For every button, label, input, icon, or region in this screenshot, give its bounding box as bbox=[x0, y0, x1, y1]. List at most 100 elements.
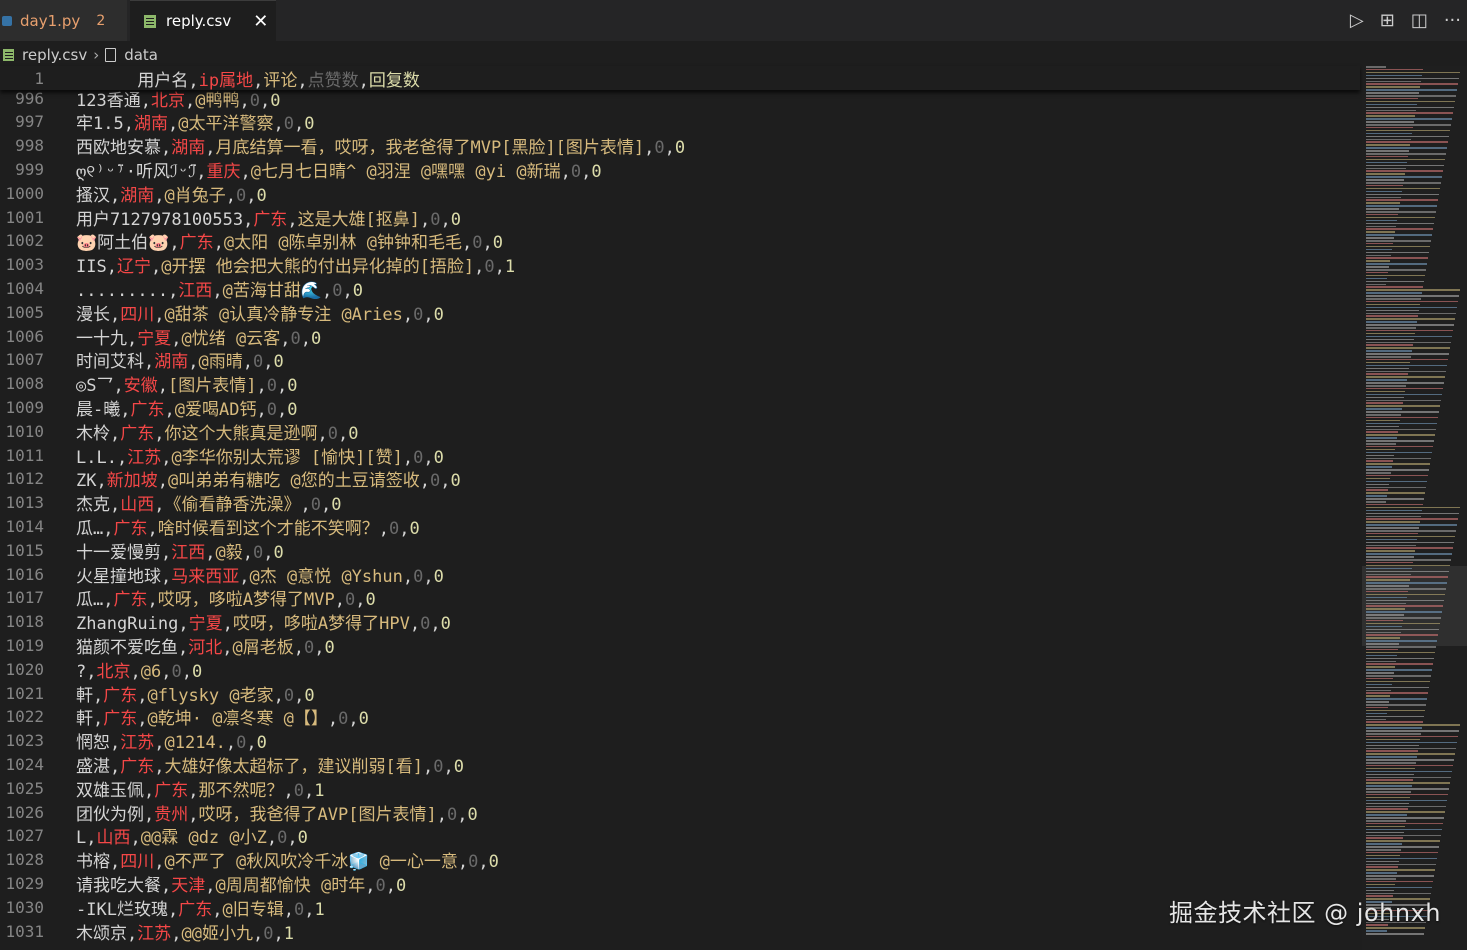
code-line[interactable]: 1027 L,山西,@@霖 @dz @小Z,0,0 bbox=[0, 824, 307, 848]
code-line[interactable]: 1 用户名,ip属地,评论,点赞数,回复数 bbox=[0, 66, 420, 91]
minimap-line bbox=[1366, 399, 1441, 402]
minimap-line bbox=[1366, 509, 1422, 512]
code-line[interactable]: 998 西欧地安慕,湖南,月底结算一看，哎呀，我老爸得了MVP[黑脸][图片表情]… bbox=[0, 134, 685, 158]
code-line[interactable]: 1002 🐷阿土伯🐷,广东,@太阳 @陈卓别林 @钟钟和毛毛,0,0 bbox=[0, 229, 503, 253]
code-line[interactable]: 1012 ZK,新加坡,@叫弟弟有糖吃 @您的土豆请签收,0,0 bbox=[0, 467, 460, 491]
cell-likes: 0 bbox=[327, 423, 338, 444]
code-line[interactable]: 1024 盛湛,广东,大雄好像太超标了，建议削弱[看],0,0 bbox=[0, 752, 464, 777]
cell-user: L.L. bbox=[76, 447, 117, 468]
code-line[interactable]: 1008 ◎S乛,安徽,[图片表情],0,0 bbox=[0, 372, 297, 396]
code-line[interactable]: 1015 十一爱慢剪,江西,@毅,0,0 bbox=[0, 538, 283, 563]
code-line[interactable]: 1030 -IKL烂玫瑰,广东,@旧专辑,0,1 bbox=[0, 895, 324, 920]
minimap-line bbox=[1366, 756, 1417, 758]
code-line[interactable]: 1000 搔汉,湖南,@肖兔子,0,0 bbox=[0, 181, 267, 206]
csv-row: 杰克,山西,《偷看静香洗澡》,0,0 bbox=[76, 495, 342, 516]
minimap-line bbox=[1366, 376, 1445, 378]
cell-likes: 0 bbox=[283, 114, 294, 135]
code-line[interactable]: 1031 木颂京,江苏,@@姬小九,0,1 bbox=[0, 919, 294, 944]
cell-likes: 0 bbox=[290, 328, 301, 349]
code-line[interactable]: 1022 軒,广东,@乾坤· @凛冬寒 @【】,0,0 bbox=[0, 705, 368, 729]
code-line[interactable]: 1004 .........,江西,@苦海甘甜🌊,0,0 bbox=[0, 276, 364, 301]
cell-replies: 0 bbox=[433, 304, 444, 325]
minimap-line bbox=[1366, 124, 1451, 126]
cell-ip: 湖南 bbox=[171, 138, 206, 159]
minimap-line bbox=[1366, 228, 1433, 230]
code-line[interactable]: 1026 团伙为例,贵州,哎呀，我爸得了AVP[图片表情],0,0 bbox=[0, 800, 478, 825]
code-line[interactable]: 1028 书榕,四川,@不严了 @秋风吹冷千冰🧊 @一心一意,0,0 bbox=[0, 848, 498, 872]
more-actions-icon[interactable]: ··· bbox=[1444, 10, 1461, 31]
code-line[interactable]: 1016 火星撞地球,马来西亚,@杰 @意悦 @Yshun,0,0 bbox=[0, 562, 444, 587]
code-line[interactable]: 1013 杰克,山西,《偷看静香洗澡》,0,0 bbox=[0, 491, 342, 516]
csv-row: 火星撞地球,马来西亚,@杰 @意悦 @Yshun,0,0 bbox=[76, 566, 444, 587]
code-line[interactable]: 1020 ?,北京,@6,0,0 bbox=[0, 657, 203, 682]
minimap-line bbox=[1366, 358, 1448, 361]
line-number: 1004 bbox=[5, 278, 44, 298]
minimap-line bbox=[1366, 257, 1428, 259]
python-file-icon bbox=[2, 15, 12, 26]
minimap-line bbox=[1366, 524, 1457, 526]
cell-comment: @屑老板 bbox=[232, 637, 294, 658]
code-line[interactable]: 1029 请我吃大餐,天津,@周周都愉快 @时年,0,0 bbox=[0, 871, 406, 896]
code-line[interactable]: 1009 晨-曦,广东,@爱喝AD钙,0,0 bbox=[0, 395, 298, 420]
cell-comment: 大雄好像太超标了，建议削弱[看] bbox=[164, 756, 423, 777]
minimap-line bbox=[1366, 735, 1458, 738]
cell-ip: 江西 bbox=[178, 280, 213, 301]
code-line[interactable]: 997 牢1.5,湖南,@太平洋警察,0,0 bbox=[0, 110, 314, 134]
cell-ip: 宁夏 bbox=[137, 328, 172, 349]
minimap-line bbox=[1366, 793, 1448, 796]
minimap-line bbox=[1366, 77, 1459, 80]
code-line[interactable]: 1006 一十九,宁夏,@忧绪 @云客,0,0 bbox=[0, 324, 321, 349]
split-editor-icon[interactable]: ◫ bbox=[1411, 10, 1428, 31]
editor-content[interactable]: 996 123香通,北京,@鸭鸭,0,0 997 牢1.5,湖南,@太平洋警察,0,0… bbox=[0, 66, 1360, 950]
csv-row: 木颂京,江苏,@@姬小九,0,1 bbox=[76, 923, 294, 944]
line-number: 1031 bbox=[5, 921, 44, 941]
code-line[interactable]: 1019 猫颜不爱吃鱼,河北,@屑老板,0,0 bbox=[0, 633, 334, 658]
minimap-line bbox=[1366, 747, 1456, 750]
minimap-line bbox=[1366, 324, 1454, 326]
code-line[interactable]: 1010 木柃,广东,你这个大熊真是逊啊,0,0 bbox=[0, 419, 358, 444]
preview-icon[interactable]: ⊞ bbox=[1380, 10, 1395, 31]
cell-likes: 0 bbox=[332, 280, 343, 301]
minimap-line bbox=[1366, 854, 1400, 857]
line-number: 1008 bbox=[5, 374, 44, 394]
minimap-line bbox=[1366, 274, 1425, 277]
cell-replies: 0 bbox=[256, 185, 267, 206]
csv-row: .........,江西,@苦海甘甜🌊,0,0 bbox=[76, 280, 364, 301]
cell-ip: 广东 bbox=[113, 518, 148, 539]
cell-user: 团伙为例 bbox=[76, 804, 144, 825]
code-line[interactable]: 1001 用户7127978100553,广东,这是大雄[抠鼻],0,0 bbox=[0, 205, 461, 230]
tab-reply-csv[interactable]: reply.csv ✕ bbox=[130, 0, 276, 41]
cell-user: 軒 bbox=[76, 685, 93, 706]
cell-replies: 0 bbox=[467, 804, 478, 825]
cell-comment: @旧专辑 bbox=[222, 899, 284, 920]
cell-comment: @太平洋警察 bbox=[178, 114, 274, 135]
header-field: 用户名 bbox=[137, 70, 189, 91]
cell-user: 🐷阿土伯🐷 bbox=[76, 233, 170, 254]
minimap-line bbox=[1366, 817, 1444, 819]
csv-row: 晨-曦,广东,@爱喝AD钙,0,0 bbox=[76, 399, 298, 420]
code-line[interactable]: 999 ღ୧⁾ᵕ̈⁾·听风ℐᵕ̈ℐ,重庆,@七月七日晴^ @羽涅 @嘿嘿 @yi … bbox=[0, 157, 601, 182]
code-line[interactable]: 1021 軒,广东,@flysky @老家,0,0 bbox=[0, 681, 314, 706]
code-line[interactable]: 1025 双雄玉佩,广东,那不然呢？,0,1 bbox=[0, 776, 324, 801]
code-line[interactable]: 1011 L.L.,江苏,@李华你别太荒谬 [愉快][赞],0,0 bbox=[0, 443, 443, 468]
code-line[interactable]: 1005 漫长,四川,@甜茶 @认真冷静专注 @Aries,0,0 bbox=[0, 300, 444, 325]
code-line[interactable]: 1003 IIS,辽宁,@开摆 他会把大熊的付出异化掉的[捂脸],0,1 bbox=[0, 253, 515, 277]
code-line[interactable]: 1007 时间艾科,湖南,@雨晴,0,0 bbox=[0, 348, 283, 372]
close-icon[interactable]: ✕ bbox=[253, 11, 268, 32]
code-line[interactable]: 1023 惘恕,江苏,@1214.,0,0 bbox=[0, 729, 267, 754]
tab-day1-py[interactable]: day1.py 2 bbox=[0, 0, 127, 41]
minimap[interactable] bbox=[1362, 66, 1467, 950]
code-line[interactable]: 1014 瓜…,广东,啥时候看到这个才能不笑啊？,0,0 bbox=[0, 514, 419, 539]
code-line[interactable]: 1017 瓜…,广东,哎呀，哆啦A梦得了MVP,0,0 bbox=[0, 586, 375, 610]
csv-file-icon bbox=[144, 14, 156, 28]
minimap-line bbox=[1366, 95, 1456, 97]
cell-likes: 0 bbox=[413, 304, 424, 325]
cell-replies: 0 bbox=[191, 661, 203, 682]
cell-ip: 广东 bbox=[130, 399, 165, 420]
minimap-line bbox=[1366, 532, 1418, 535]
code-line[interactable]: 1018 ZhangRuing,宁夏,哎呀，哆啦A梦得了HPV,0,0 bbox=[0, 610, 450, 634]
minimap-line bbox=[1366, 361, 1410, 364]
minimap-line bbox=[1366, 86, 1420, 88]
csv-row: 惘恕,江苏,@1214.,0,0 bbox=[76, 733, 267, 754]
run-icon[interactable]: ▷ bbox=[1350, 10, 1364, 31]
